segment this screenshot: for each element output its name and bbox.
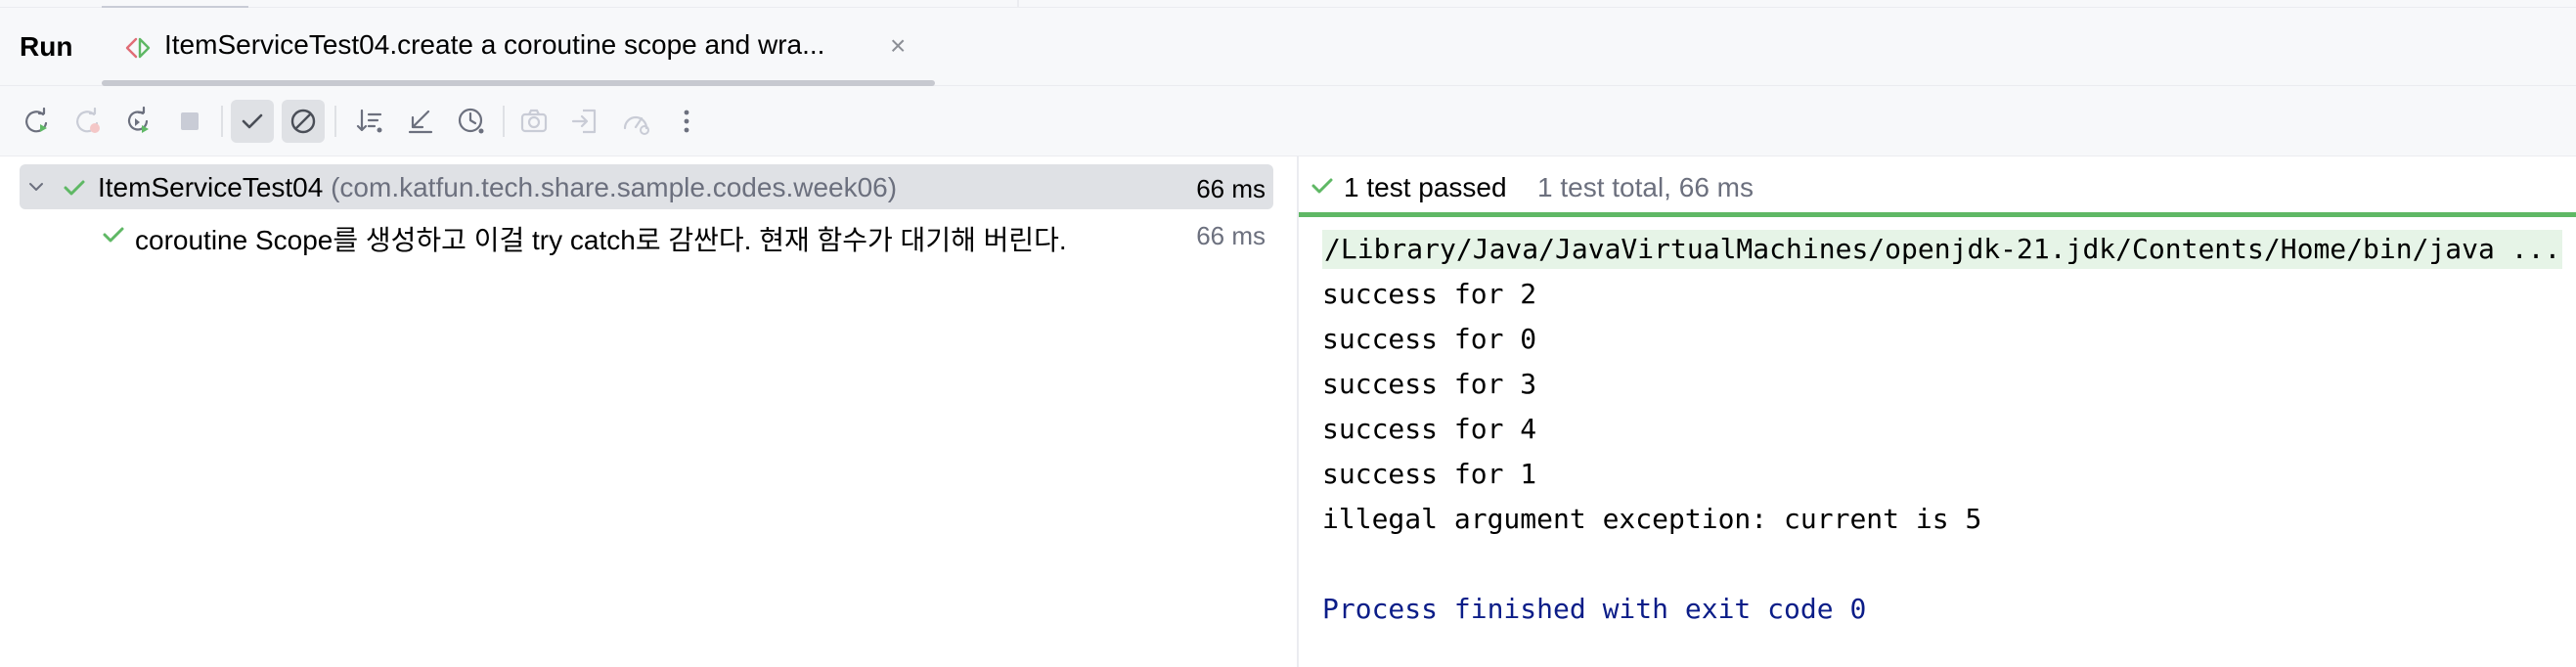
panel-title: Run [20, 31, 73, 62]
collapse-all-button[interactable] [399, 100, 442, 143]
more-vertical-icon [684, 110, 689, 133]
editor-divider [1017, 0, 1019, 8]
test-diff-icon [123, 33, 153, 63]
console-output[interactable]: /Library/Java/JavaVirtualMachines/openjd… [1322, 227, 2564, 632]
test-class-label: ItemServiceTest04 (com.katfun.tech.share… [98, 172, 897, 203]
console-pane: 1 test passed 1 test total, 66 ms /Libra… [1299, 156, 2576, 667]
sort-alphabetically-button[interactable] [348, 100, 391, 143]
chevron-down-icon[interactable] [23, 174, 49, 200]
tree-row-test-class[interactable]: ItemServiceTest04 (com.katfun.tech.share… [20, 164, 1273, 209]
editor-top-edge [0, 0, 2576, 8]
coverage-button[interactable] [614, 100, 657, 143]
close-icon[interactable]: × [890, 31, 906, 61]
screenshot-button[interactable] [512, 100, 555, 143]
process-finished-line: Process finished with exit code 0 [1322, 593, 1867, 625]
import-icon [571, 109, 597, 134]
console-line: success for 3 [1322, 368, 1537, 400]
test-status-bar: 1 test passed 1 test total, 66 ms [1299, 156, 2576, 217]
collapse-icon [408, 110, 433, 134]
run-toolbar [0, 86, 2576, 156]
console-line: success for 2 [1322, 278, 1537, 310]
gauge-icon [623, 115, 649, 135]
console-line: success for 0 [1322, 323, 1537, 355]
test-tree: ItemServiceTest04 (com.katfun.tech.share… [0, 156, 1297, 667]
stop-button[interactable] [168, 100, 211, 143]
run-tab-bar: Run ItemServiceTest04.create a coroutine… [0, 8, 2576, 86]
clock-icon [458, 108, 484, 134]
run-config-tab[interactable]: ItemServiceTest04.create a coroutine sco… [102, 8, 935, 86]
test-passed-icon [61, 174, 88, 201]
editor-fragment [102, 0, 248, 8]
console-line: success for 1 [1322, 458, 1537, 490]
rerun-button[interactable] [16, 100, 59, 143]
ignored-icon [290, 109, 316, 134]
rerun-icon [25, 107, 48, 133]
tests-passed-label: 1 test passed [1344, 172, 1507, 202]
stop-icon [181, 112, 199, 130]
show-passed-toggle[interactable] [231, 100, 274, 143]
toolbar-separator [503, 106, 505, 137]
sort-by-duration-button[interactable] [450, 100, 493, 143]
run-tool-window: Run ItemServiceTest04.create a coroutine… [0, 0, 2576, 667]
console-line: success for 4 [1322, 413, 1537, 445]
more-options-button[interactable] [665, 100, 708, 143]
tab-label: ItemServiceTest04.create a coroutine sco… [164, 29, 825, 60]
test-method-name: coroutine Scope를 생성하고 이걸 try catch로 감싼다.… [135, 225, 1067, 255]
test-passed-icon [1309, 172, 1336, 200]
console-line: illegal argument exception: current is 5 [1322, 503, 1982, 535]
toolbar-separator [334, 106, 336, 137]
tests-total-label: 1 test total, 66 ms [1537, 172, 1754, 202]
check-icon [242, 113, 263, 129]
test-passed-icon [100, 221, 127, 248]
toggle-auto-test-button[interactable] [117, 100, 160, 143]
show-ignored-toggle[interactable] [282, 100, 325, 143]
import-tests-button[interactable] [563, 100, 606, 143]
sort-icon [356, 109, 382, 133]
test-class-package: (com.katfun.tech.share.sample.codes.week… [331, 172, 898, 202]
test-class-name: ItemServiceTest04 [98, 172, 324, 202]
test-duration: 66 ms [1196, 221, 1266, 250]
camera-icon [520, 109, 548, 133]
console-command-line[interactable]: /Library/Java/JavaVirtualMachines/openjd… [1322, 230, 2563, 269]
rerun-failed-icon [76, 107, 100, 133]
test-duration: 66 ms [1196, 174, 1266, 203]
auto-rerun-icon [127, 106, 149, 133]
tree-row-test-method[interactable]: coroutine Scope를 생성하고 이걸 try catch로 감싼다.… [20, 211, 1273, 256]
rerun-failed-button[interactable] [67, 100, 110, 143]
toolbar-separator [221, 106, 223, 137]
